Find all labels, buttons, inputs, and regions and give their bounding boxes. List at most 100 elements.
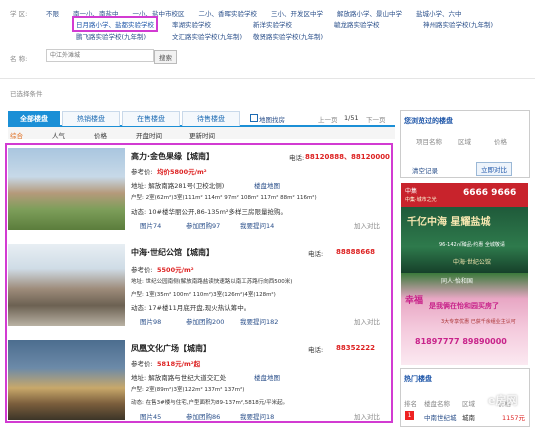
- listing-price: 均价5800元/m²: [157, 168, 207, 176]
- ad-banner-cimc[interactable]: 中集 中集·城市之光 6666 9666: [401, 183, 528, 207]
- hot-header-area: 区域: [462, 400, 475, 408]
- ad-brand: 中集: [405, 188, 418, 195]
- browsed-header-area: 区域: [458, 138, 471, 146]
- browsed-header-price: 价格: [494, 138, 507, 146]
- listing-compare-link[interactable]: 加入对比: [354, 220, 380, 230]
- district-option[interactable]: 鹏飞路实验学校(九年制): [76, 31, 146, 41]
- map-search-link[interactable]: 地图找房: [259, 114, 285, 124]
- district-option[interactable]: 率湖实验学校: [172, 19, 211, 29]
- listing-group-link[interactable]: 参加团购97: [186, 220, 220, 230]
- listing-photos-link[interactable]: 图片98: [140, 316, 161, 326]
- listing-compare-link[interactable]: 加入对比: [354, 316, 380, 326]
- listing-ask-link[interactable]: 我要提问182: [240, 316, 278, 326]
- next-page-link[interactable]: 下一页: [366, 114, 386, 124]
- sort-comprehensive[interactable]: 综合: [10, 130, 23, 140]
- listing-ref-label: 参考价:: [131, 266, 153, 274]
- sort-open-date[interactable]: 开盘时间: [136, 130, 162, 140]
- sort-price[interactable]: 价格: [94, 130, 107, 140]
- district-option[interactable]: 毓龙路实验学校: [334, 19, 380, 29]
- listing-photo[interactable]: [8, 244, 125, 326]
- district-option[interactable]: 敬贤路实验学校(九年制): [253, 31, 323, 41]
- listing-photo[interactable]: [8, 148, 125, 230]
- listing-types: 户型: 1室(35m² 100m² 110m²)3室(126m²)4室(128m…: [131, 292, 276, 298]
- page-info: 1/51: [344, 114, 359, 122]
- listing-map-link[interactable]: 楼盘地图: [254, 372, 280, 382]
- district-option[interactable]: 不限: [46, 8, 59, 18]
- listing-photos-link[interactable]: 图片45: [140, 411, 161, 421]
- listing-group-link[interactable]: 参加团购200: [186, 316, 224, 326]
- ad-sub: 96-142㎡臻品·约惠 全城敬请: [439, 242, 505, 248]
- map-icon[interactable]: [250, 114, 258, 122]
- listing-price: 5818元/m²起: [157, 360, 201, 368]
- hot-rank-badge: 1: [405, 411, 414, 420]
- hot-header-name: 楼盘名称: [424, 400, 450, 408]
- browsed-title: 您浏览过的楼盘: [404, 117, 453, 125]
- district-option[interactable]: 盐城小学、六中: [416, 8, 462, 18]
- ad-banner-zhonghai[interactable]: 千亿中海 星耀盐城 96-142㎡臻品·约惠 全城敬请 中海·世纪公馆: [401, 207, 528, 273]
- district-option[interactable]: 三小、开发区中学: [271, 8, 323, 18]
- tab-upcoming[interactable]: 待售楼盘: [182, 111, 240, 126]
- selected-conditions: 已选择条件: [10, 90, 43, 98]
- district-option[interactable]: 解放路小学、景山中学: [337, 8, 402, 18]
- listing-ask-link[interactable]: 我要提问14: [240, 220, 274, 230]
- listing-group-link[interactable]: 参加团购86: [186, 411, 220, 421]
- tab-hot[interactable]: 热销楼盘: [62, 111, 120, 126]
- hot-item-name[interactable]: 中南世纪城: [424, 412, 457, 422]
- clear-history-link[interactable]: 清空记录: [412, 165, 438, 175]
- sort-popularity[interactable]: 人气: [52, 130, 65, 140]
- district-option-selected[interactable]: 日月路小学、盐都实验学校: [72, 16, 158, 32]
- browsed-header-name: 项目名称: [416, 138, 442, 146]
- listing-address: 地址: 解放南路281号(卫校北侧): [131, 182, 225, 190]
- listing-types: 户型: 2室(89m²)3室(122m² 137m² 137m²): [131, 387, 245, 393]
- ad-headline: 千亿中海 星耀盐城: [407, 217, 491, 228]
- listing-news: 动态: 17#楼11月底开盘,现火热认筹中。: [131, 304, 251, 312]
- listing-phone-label: 电话:: [308, 346, 324, 354]
- listing-news: 动态: 在售3#楼与住宅,户型面积为89-137m²,5818元/平米起。: [131, 400, 289, 406]
- tab-all[interactable]: 全部楼盘: [8, 111, 60, 126]
- listing-address: 地址: 解放南路与世纪大道交汇处: [131, 374, 227, 382]
- listing-price: 5500元/m²: [157, 266, 194, 274]
- ad-phone: 6666 9666: [463, 188, 517, 198]
- ad-brand: 同人·怡和国: [441, 278, 473, 285]
- listing-title[interactable]: 凤凰文化广场【城南】: [131, 343, 211, 354]
- ad-banner-tongren[interactable]: 同人·怡和国 幸福 是我俩在怡和园买房了 3大专享优惠 已获千余组业主认可 81…: [401, 273, 528, 365]
- hot-item-area: 城南: [462, 414, 475, 422]
- search-button[interactable]: 搜索: [154, 50, 177, 64]
- name-label: 名 称:: [10, 55, 28, 63]
- listing-photo[interactable]: [8, 340, 125, 420]
- listing-photos-link[interactable]: 图片74: [140, 220, 161, 230]
- district-option[interactable]: 神州路实验学校(九年制): [423, 19, 493, 29]
- listing-compare-link[interactable]: 加入对比: [354, 411, 380, 421]
- listing-news: 动态: 10#楼华丽公开,86-135m²多样三房限量抢购。: [131, 208, 287, 216]
- hot-item-price: 1157元: [502, 414, 526, 422]
- prev-page-link[interactable]: 上一页: [318, 114, 338, 124]
- listing-ask-link[interactable]: 我要提问18: [240, 411, 274, 421]
- listing-phone: 88888668: [336, 248, 375, 256]
- listing-map-link[interactable]: 楼盘地图: [254, 180, 280, 190]
- name-search-input[interactable]: [46, 49, 154, 62]
- listing-title[interactable]: 高力·金色果缘【城南】: [131, 151, 214, 162]
- district-option[interactable]: 二小、香晖实验学校: [199, 8, 258, 18]
- listing-address: 地址: 世纪公园南侧(解放南路盐读快速路以南工苏路行向西500米): [131, 279, 293, 285]
- district-label: 学 区:: [10, 10, 28, 18]
- listing-phone-label: 电话:: [289, 154, 305, 162]
- district-option[interactable]: 文汇路实验学校(九年制): [172, 31, 242, 41]
- tab-on-sale[interactable]: 在售楼盘: [122, 111, 180, 126]
- listing-types: 户型: 2室(62m²)3室(111m² 114m² 97m² 108m² 11…: [131, 195, 317, 201]
- ad-tag: 中海·世纪公馆: [453, 259, 491, 266]
- listing-phone: 88352222: [336, 344, 375, 352]
- watermark-logo: e房网: [488, 394, 518, 407]
- listing-ref-label: 参考价:: [131, 360, 153, 368]
- filter-panel: 学 区: 不限 南一小、南盐中 一小、盐中市校区 二小、香晖实验学校 三小、开发…: [0, 0, 535, 79]
- listing-title[interactable]: 中海·世纪公馆【城南】: [131, 247, 214, 258]
- ad-sub: 中集·城市之光: [405, 197, 437, 203]
- sort-update-time[interactable]: 更新时间: [189, 130, 215, 140]
- listing-phone: 88120888、88120000: [305, 153, 390, 161]
- ad-headline: 是我俩在怡和园买房了: [429, 302, 499, 310]
- listing-phone-label: 电话:: [308, 250, 324, 258]
- listing-ref-label: 参考价:: [131, 168, 153, 176]
- ad-phone: 81897777 89890000: [415, 337, 507, 346]
- ad-badge: 幸福: [405, 296, 424, 306]
- compare-now-button[interactable]: 立即对比: [476, 162, 512, 176]
- district-option[interactable]: 新洋实验学校: [253, 19, 292, 29]
